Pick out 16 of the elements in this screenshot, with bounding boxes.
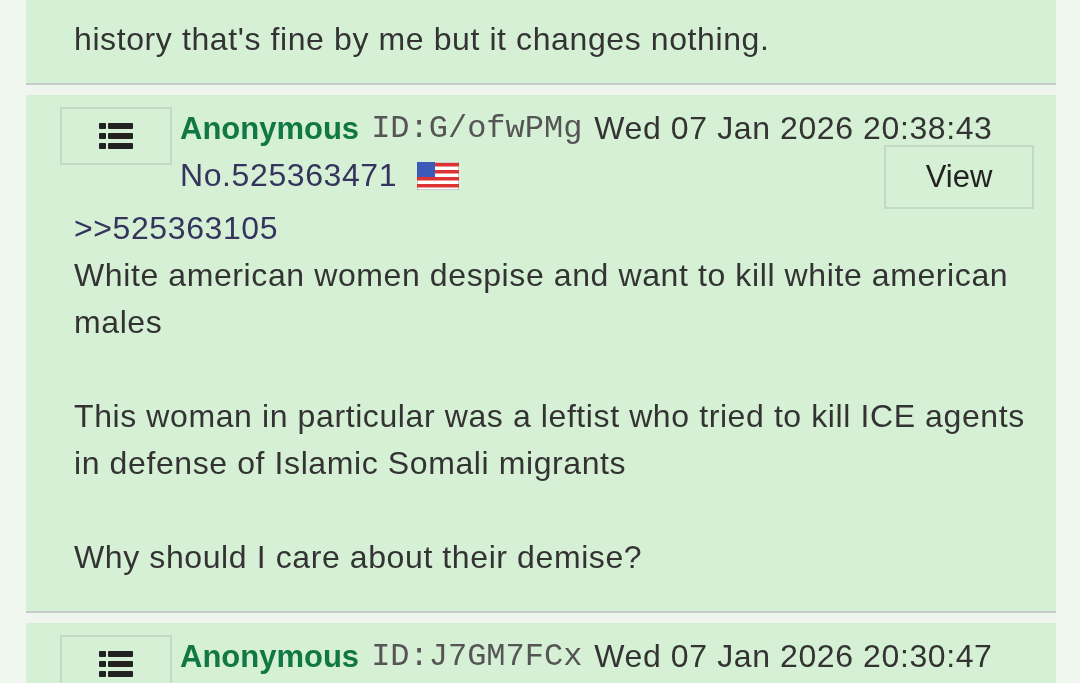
post-text: Why should I care about their demise? [74,538,644,577]
post-menu-button[interactable] [60,107,172,165]
post-date: Wed 07 Jan 2026 20:38:43 [594,110,993,147]
post-date: Wed 07 Jan 2026 20:30:47 [594,638,993,675]
post-text: White american women despise and want to kill white american males [74,256,1010,342]
list-icon [99,651,133,677]
post-text: This woman in particular was a leftist who tried to kill ICE agents in defense of Islamic Somali migrants [74,397,1026,483]
post-menu-button[interactable] [60,635,172,683]
poster-id: ID:G/ofwPMg [371,110,583,147]
poster-name: Anonymous [180,638,360,675]
post-text: history that's fine by me but it changes nothing. [74,20,771,59]
poster-id: ID:J7GM7FCx [371,638,583,675]
post-number-link[interactable]: No.525363471 [180,157,398,194]
view-button[interactable]: View [884,145,1034,209]
poster-name: Anonymous [180,110,360,147]
list-icon [99,123,133,149]
